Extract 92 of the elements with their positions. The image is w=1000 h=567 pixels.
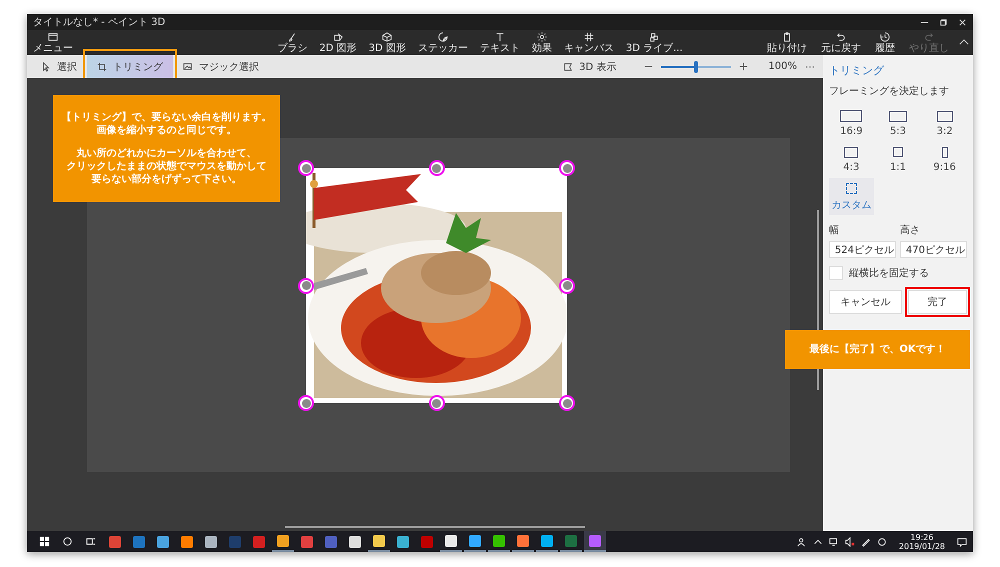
search-icon[interactable]	[62, 536, 73, 547]
crop-handle[interactable]	[559, 278, 575, 294]
tool-button[interactable]: 2D 図形	[315, 32, 361, 54]
cursor-icon	[41, 62, 51, 72]
crop-handle[interactable]	[428, 395, 444, 411]
tool-button[interactable]: ブラシ	[273, 32, 312, 54]
dashed-square-icon	[846, 182, 857, 194]
task-view-icon[interactable]	[85, 536, 96, 547]
ratio-option[interactable]: 9:16	[922, 142, 967, 176]
zoom-reading: 100%	[768, 61, 797, 72]
ratio-option[interactable]: 5:3	[876, 106, 920, 140]
rectangle-icon	[936, 110, 953, 122]
zoom-in-icon[interactable]	[739, 62, 748, 71]
rectangle-icon	[844, 146, 858, 158]
width-label: 幅	[829, 224, 840, 237]
undo-icon	[836, 32, 846, 42]
cancel-button[interactable]: キャンセル	[829, 290, 902, 314]
highlight-frame	[905, 287, 970, 317]
crop-handle[interactable]	[428, 160, 444, 176]
menu-button[interactable]: メニュー	[27, 32, 77, 54]
grid-icon	[584, 32, 594, 42]
callout-text: 要らない部分をげずって下さい。	[92, 173, 242, 186]
crop-handle[interactable]	[298, 395, 314, 411]
crop-handle[interactable]	[298, 278, 314, 294]
crop-handle[interactable]	[559, 160, 575, 176]
action-button[interactable]: 貼り付け	[763, 32, 811, 54]
collapse-icon[interactable]	[959, 39, 969, 46]
sun-icon	[536, 32, 547, 42]
rectangle-icon	[892, 147, 903, 157]
brush-icon	[287, 32, 298, 42]
close-icon[interactable]	[958, 18, 967, 26]
checkbox-label: 縦横比を固定する	[849, 266, 929, 280]
ratio-option[interactable]: カスタム	[829, 178, 874, 215]
notification-icon[interactable]	[957, 536, 967, 546]
height-field[interactable]: 470ピクセル	[900, 241, 967, 258]
sticker-icon	[438, 32, 448, 42]
image-select-icon	[183, 62, 193, 72]
tool-button[interactable]: ステッカー	[414, 32, 472, 54]
network-icon[interactable]	[828, 536, 839, 546]
panel-title: トリミング	[829, 63, 886, 78]
crop-handle[interactable]	[298, 160, 314, 176]
scrollbar[interactable]	[285, 526, 585, 528]
callout-text: 画像を縮小するのと同じです。	[96, 124, 236, 137]
ratio-option[interactable]: 3:2	[922, 106, 967, 140]
tool-button[interactable]: 効果	[528, 32, 556, 54]
rectangle-icon	[942, 146, 948, 158]
window-title: タイトルなし* - ペイント 3D	[33, 16, 166, 29]
speaker-muted-icon[interactable]	[844, 536, 855, 546]
pen-icon[interactable]	[860, 536, 871, 546]
cubes-icon	[649, 32, 660, 42]
mode-tab[interactable]: 選択	[31, 55, 87, 78]
clipboard-icon	[782, 32, 792, 42]
height-label: 高さ	[900, 224, 921, 237]
callout-text: 【トリミング】で、要らない余白を削ります。	[62, 111, 272, 124]
ratio-option[interactable]: 1:1	[876, 142, 920, 176]
slider-thumb[interactable]	[694, 60, 698, 72]
more-icon[interactable]	[805, 64, 815, 68]
folder-icon	[48, 32, 58, 42]
people-icon[interactable]	[796, 536, 807, 546]
start-icon[interactable]	[39, 536, 50, 547]
tool-button[interactable]: テキスト	[476, 32, 524, 54]
crop-handle[interactable]	[559, 395, 575, 411]
checkbox[interactable]	[829, 266, 843, 280]
action-button[interactable]: 履歴	[871, 32, 899, 54]
rectangle-icon	[888, 110, 907, 122]
view-3d-button[interactable]: 3D 表示	[557, 58, 622, 74]
clock-date: 2019/01/28	[898, 542, 945, 550]
mode-tab[interactable]: マジック選択	[173, 55, 269, 78]
panel-subtitle: フレーミングを決定します	[829, 84, 950, 98]
callout-text: 最後に【完了】で、OKです！	[809, 343, 946, 356]
tool-button[interactable]: 3D 図形	[364, 32, 410, 54]
redo-icon	[924, 32, 934, 42]
history-icon	[880, 32, 890, 42]
ratio-option[interactable]: 4:3	[829, 142, 874, 176]
shapes-icon	[332, 32, 343, 42]
mode-tab[interactable]: トリミング	[87, 55, 173, 78]
callout-text: クリックしたままの状態でマウスを動かして	[66, 160, 266, 173]
clock-time: 19:26	[910, 532, 934, 542]
rectangle-icon	[840, 110, 862, 122]
circle-icon[interactable]	[876, 536, 887, 546]
done-button[interactable]: 完了	[908, 290, 967, 314]
action-button[interactable]: 元に戻す	[817, 32, 865, 54]
callout-text: 丸い所のどれかにカーソルを合わせて、	[76, 147, 256, 160]
restore-icon[interactable]	[939, 18, 948, 26]
cube-icon	[382, 32, 392, 42]
crop-icon	[97, 62, 107, 72]
flag-icon	[563, 62, 574, 72]
tool-button[interactable]: キャンバス	[560, 32, 618, 54]
width-field[interactable]: 524ピクセル	[829, 241, 896, 258]
tool-button[interactable]: 3D ライブ...	[622, 32, 687, 54]
ratio-option[interactable]: 16:9	[829, 106, 874, 140]
text-icon	[494, 32, 505, 42]
